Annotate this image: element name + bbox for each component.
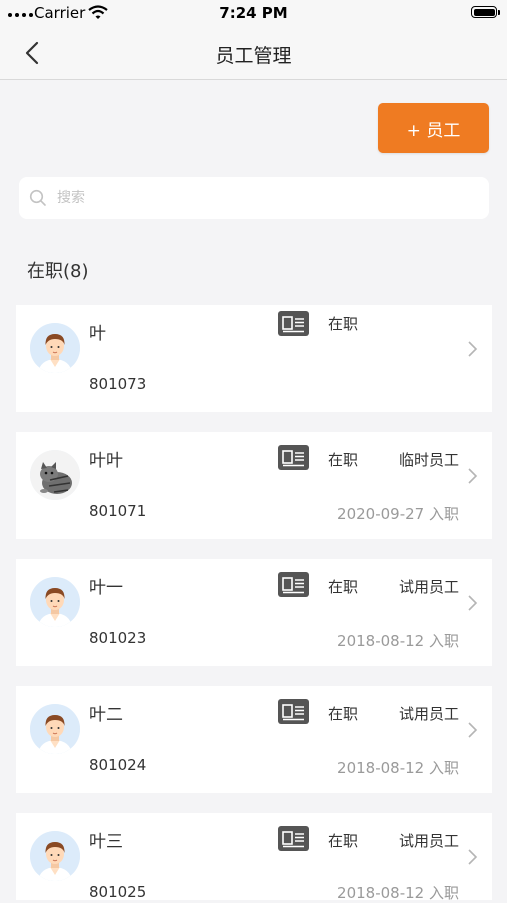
employee-id: 801024 — [89, 756, 147, 774]
avatar — [30, 577, 80, 627]
employee-card[interactable]: 叶 801073 在职 — [16, 305, 492, 412]
employee-card-icon — [278, 572, 309, 597]
employee-id: 801025 — [89, 883, 147, 901]
nav-bar: 员工管理 — [0, 28, 507, 80]
man-avatar-icon — [30, 704, 80, 754]
employee-card[interactable]: 叶叶 801071 在职 临时员工 2020-09-27 入职 — [16, 432, 492, 539]
employee-card[interactable]: 叶三 801025 在职 试用员工 2018-08-12 入职 — [16, 813, 492, 902]
join-date: 2020-09-27 入职 — [337, 505, 459, 523]
chevron-right-icon — [468, 468, 478, 484]
employee-card-icon — [278, 699, 309, 724]
avatar — [30, 831, 80, 881]
employee-type: 试用员工 — [398, 705, 459, 723]
status-time: 7:24 PM — [219, 4, 288, 22]
cat-photo-icon — [30, 450, 80, 500]
status-bar: Carrier 7:24 PM — [0, 0, 507, 28]
avatar — [30, 450, 80, 500]
status-label: 在职 — [328, 578, 359, 596]
battery-icon — [471, 6, 497, 18]
search-bar[interactable] — [19, 177, 489, 219]
avatar — [30, 704, 80, 754]
employee-name: 叶叶 — [89, 451, 123, 471]
join-date: 2018-08-12 入职 — [337, 632, 459, 650]
man-avatar-icon — [30, 323, 80, 373]
employee-card-icon — [278, 311, 309, 336]
search-icon — [29, 189, 46, 206]
employee-name: 叶 — [89, 324, 106, 344]
chevron-right-icon — [468, 595, 478, 611]
battery-cap — [498, 10, 500, 15]
status-label: 在职 — [328, 832, 359, 850]
chevron-right-icon — [468, 341, 478, 357]
status-label: 在职 — [328, 315, 359, 333]
employee-name: 叶三 — [89, 832, 123, 852]
employee-type: 试用员工 — [398, 832, 459, 850]
employee-card[interactable]: 叶一 801023 在职 试用员工 2018-08-12 入职 — [16, 559, 492, 666]
join-date: 2018-08-12 入职 — [337, 759, 459, 777]
chevron-right-icon — [468, 722, 478, 738]
employee-id: 801023 — [89, 629, 147, 647]
chevron-right-icon — [468, 849, 478, 865]
section-title: 在职(8) — [27, 261, 89, 282]
page-title: 员工管理 — [215, 45, 292, 67]
employee-type: 试用员工 — [398, 578, 459, 596]
employee-id: 801071 — [89, 502, 147, 520]
search-input[interactable] — [55, 189, 459, 207]
employee-type: 临时员工 — [398, 451, 459, 469]
status-label: 在职 — [328, 451, 359, 469]
employee-id: 801073 — [89, 375, 147, 393]
employee-name: 叶一 — [89, 578, 123, 598]
employee-name: 叶二 — [89, 705, 123, 725]
man-avatar-icon — [30, 831, 80, 881]
add-employee-button[interactable]: + 员工 — [378, 103, 489, 153]
employee-card[interactable]: 叶二 801024 在职 试用员工 2018-08-12 入职 — [16, 686, 492, 793]
avatar — [30, 323, 80, 373]
employee-card-icon — [278, 826, 309, 851]
status-label: 在职 — [328, 705, 359, 723]
man-avatar-icon — [30, 577, 80, 627]
employee-card-icon — [278, 445, 309, 470]
